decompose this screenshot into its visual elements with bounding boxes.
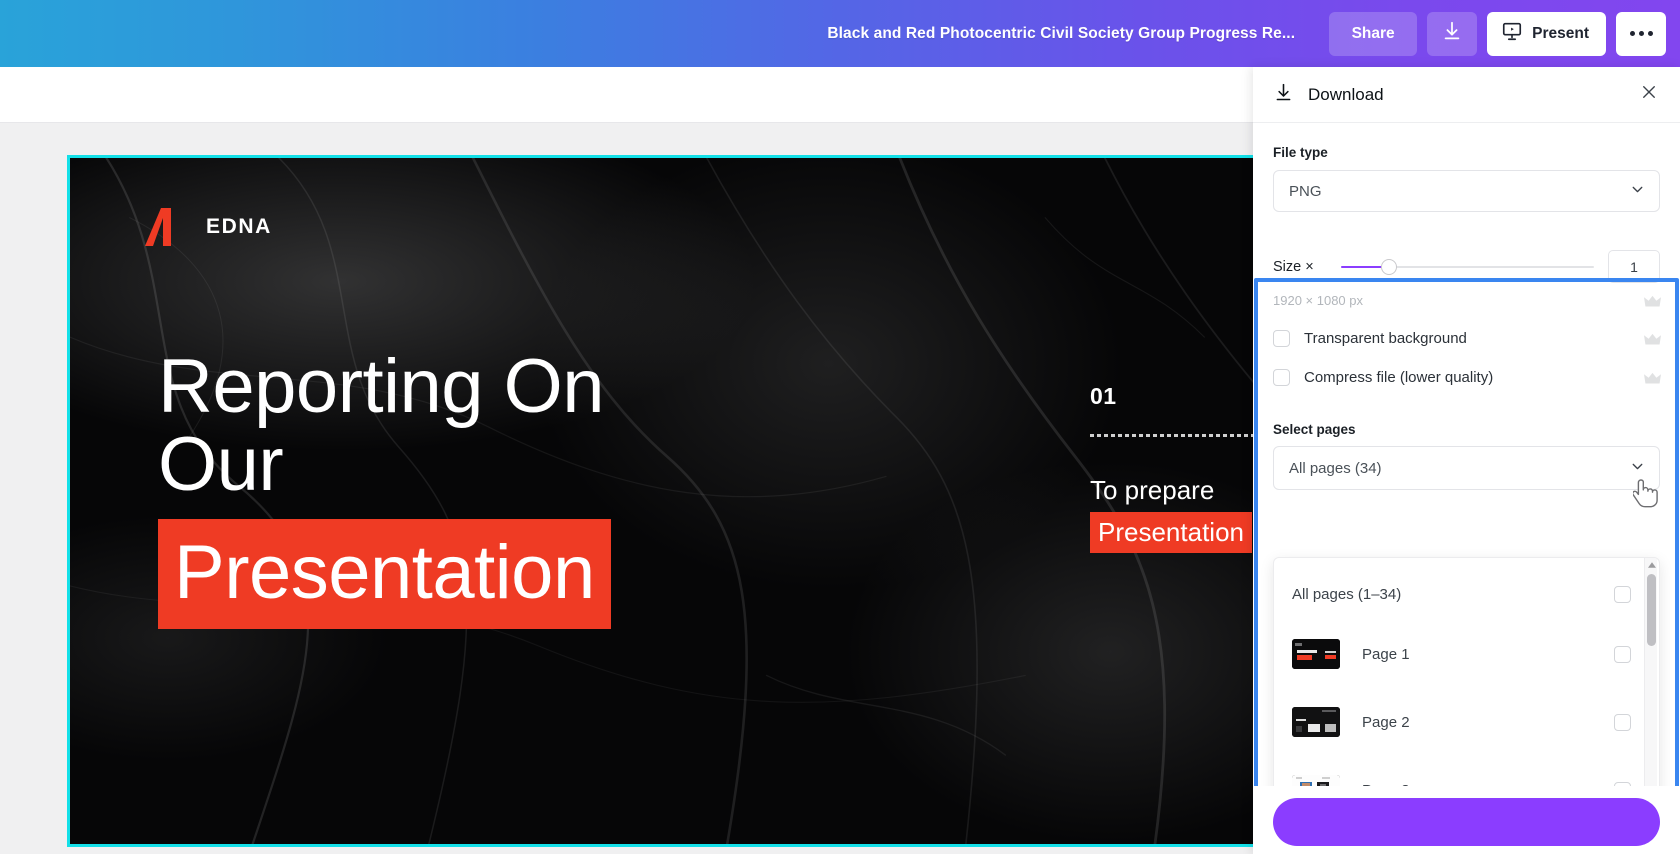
select-pages-dropdown-trigger[interactable]: All pages (34) bbox=[1273, 446, 1660, 490]
slide-headline[interactable]: Reporting On Our Presentation bbox=[158, 348, 858, 629]
crown-icon bbox=[1644, 295, 1661, 307]
size-control-row: Size × 1 bbox=[1273, 250, 1660, 283]
file-type-value: PNG bbox=[1289, 182, 1322, 200]
slider-thumb[interactable] bbox=[1381, 258, 1398, 275]
top-header-bar: Black and Red Photocentric Civil Society… bbox=[0, 0, 1680, 67]
slide-selection-frame[interactable]: EDNA Reporting On Our Presentation 01 To… bbox=[67, 155, 1297, 847]
select-pages-value: All pages (34) bbox=[1289, 459, 1382, 477]
compress-file-checkbox[interactable] bbox=[1273, 369, 1290, 386]
slide-logo-text: EDNA bbox=[206, 215, 272, 238]
edna-a-mark-icon bbox=[144, 206, 184, 248]
chevron-down-icon bbox=[1629, 458, 1646, 479]
chevron-down-icon bbox=[1629, 181, 1646, 202]
all-pages-checkbox[interactable] bbox=[1614, 585, 1631, 603]
page-1-label: Page 1 bbox=[1362, 645, 1410, 663]
more-horizontal-icon bbox=[1629, 31, 1653, 36]
page-1-checkbox[interactable] bbox=[1614, 645, 1631, 663]
canva-editor-window: Black and Red Photocentric Civil Society… bbox=[0, 0, 1680, 854]
output-dimensions: 1920 × 1080 px bbox=[1273, 293, 1363, 308]
download-icon bbox=[1441, 20, 1463, 47]
download-panel: Download File type PNG Size × 1 1920 × 1… bbox=[1253, 67, 1680, 854]
select-pages-label: Select pages bbox=[1273, 422, 1356, 437]
present-button[interactable]: Present bbox=[1487, 11, 1606, 56]
download-panel-title: Download bbox=[1308, 84, 1384, 104]
transparent-background-row[interactable]: Transparent background bbox=[1273, 330, 1661, 347]
download-icon bbox=[1273, 82, 1294, 108]
dropdown-item-page-1[interactable]: Page 1 bbox=[1274, 620, 1647, 688]
headline-line-2: Our bbox=[158, 421, 284, 507]
transparent-background-checkbox[interactable] bbox=[1273, 330, 1290, 347]
headline-highlight: Presentation bbox=[158, 519, 611, 629]
share-button-label: Share bbox=[1351, 24, 1395, 42]
compress-file-row[interactable]: Compress file (lower quality) bbox=[1273, 369, 1661, 386]
present-button-label: Present bbox=[1532, 24, 1589, 42]
crown-icon bbox=[1644, 333, 1661, 345]
page-1-thumbnail bbox=[1292, 639, 1340, 669]
confirm-download-button[interactable] bbox=[1273, 798, 1660, 846]
page-2-thumbnail bbox=[1292, 707, 1340, 737]
size-value-input[interactable]: 1 bbox=[1608, 250, 1660, 283]
more-options-button[interactable] bbox=[1616, 11, 1666, 56]
document-title: Black and Red Photocentric Civil Society… bbox=[827, 24, 1296, 42]
crown-icon bbox=[1644, 372, 1661, 384]
dropdown-item-page-2[interactable]: Page 2 bbox=[1274, 688, 1647, 756]
caret-up-icon[interactable] bbox=[1645, 558, 1658, 571]
dropdown-scrollbar-thumb[interactable] bbox=[1647, 574, 1656, 646]
download-panel-body: File type PNG Size × 1 1920 × 1080 px Tr… bbox=[1253, 123, 1680, 854]
download-button[interactable] bbox=[1427, 11, 1478, 56]
slide-logo[interactable]: EDNA bbox=[144, 206, 272, 248]
headline-line-1: Reporting On bbox=[158, 344, 605, 429]
all-pages-label: All pages (1–34) bbox=[1292, 585, 1402, 603]
size-slider[interactable] bbox=[1341, 258, 1594, 276]
close-icon bbox=[1640, 83, 1658, 106]
page-2-checkbox[interactable] bbox=[1614, 713, 1631, 731]
compress-file-label: Compress file (lower quality) bbox=[1304, 369, 1494, 386]
present-screen-icon bbox=[1501, 20, 1523, 47]
body-highlight-1: Presentation bbox=[1090, 512, 1252, 554]
download-panel-footer bbox=[1253, 786, 1680, 854]
slide-canvas[interactable]: EDNA Reporting On Our Presentation 01 To… bbox=[70, 158, 1294, 844]
download-panel-header: Download bbox=[1253, 67, 1680, 123]
page-2-label: Page 2 bbox=[1362, 713, 1410, 731]
transparent-background-label: Transparent background bbox=[1304, 330, 1467, 347]
file-type-label: File type bbox=[1273, 145, 1328, 160]
share-button[interactable]: Share bbox=[1329, 11, 1418, 56]
size-label: Size × bbox=[1273, 258, 1314, 275]
dropdown-item-all-pages[interactable]: All pages (1–34) bbox=[1274, 568, 1647, 620]
close-panel-button[interactable] bbox=[1636, 82, 1662, 108]
file-type-select[interactable]: PNG bbox=[1273, 170, 1660, 212]
